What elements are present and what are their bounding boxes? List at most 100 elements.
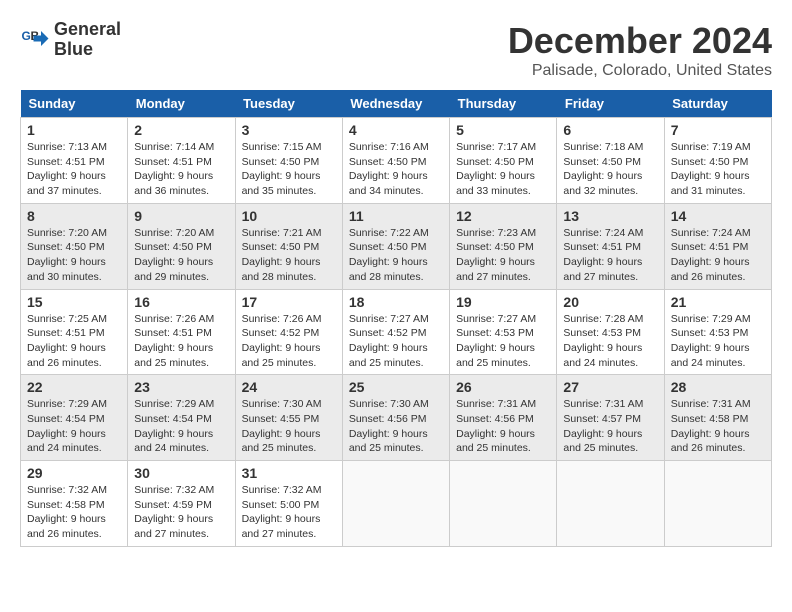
calendar-cell: 10 Sunrise: 7:21 AM Sunset: 4:50 PM Dayli…	[235, 203, 342, 289]
calendar-cell: 13 Sunrise: 7:24 AM Sunset: 4:51 PM Dayli…	[557, 203, 664, 289]
day-info: Sunrise: 7:29 AM Sunset: 4:53 PM Dayligh…	[671, 312, 765, 371]
calendar-cell: 24 Sunrise: 7:30 AM Sunset: 4:55 PM Dayli…	[235, 375, 342, 461]
logo-line2: Blue	[54, 40, 121, 60]
day-number: 20	[563, 294, 657, 310]
calendar-cell: 4Sunrise: 7:16 AM Sunset: 4:50 PM Daylig…	[342, 118, 449, 204]
day-number: 22	[27, 379, 121, 395]
day-number: 12	[456, 208, 550, 224]
day-info: Sunrise: 7:29 AM Sunset: 4:54 PM Dayligh…	[134, 397, 228, 456]
day-number: 11	[349, 208, 443, 224]
calendar-cell: 3 Sunrise: 7:15 AM Sunset: 4:50 PM Daylig…	[235, 118, 342, 204]
day-info: Sunrise: 7:31 AM Sunset: 4:56 PM Dayligh…	[456, 397, 550, 456]
weekday-header-friday: Friday	[557, 90, 664, 118]
calendar-cell	[342, 461, 449, 547]
calendar: SundayMondayTuesdayWednesdayThursdayFrid…	[20, 90, 772, 547]
day-number: 24	[242, 379, 336, 395]
day-number: 26	[456, 379, 550, 395]
calendar-cell: 5 Sunrise: 7:17 AM Sunset: 4:50 PM Daylig…	[450, 118, 557, 204]
calendar-cell: 23 Sunrise: 7:29 AM Sunset: 4:54 PM Dayli…	[128, 375, 235, 461]
calendar-cell: 25 Sunrise: 7:30 AM Sunset: 4:56 PM Dayli…	[342, 375, 449, 461]
calendar-cell: 19 Sunrise: 7:27 AM Sunset: 4:53 PM Dayli…	[450, 289, 557, 375]
day-number: 5	[456, 122, 550, 138]
day-number: 31	[242, 465, 336, 481]
weekday-header-tuesday: Tuesday	[235, 90, 342, 118]
day-number: 29	[27, 465, 121, 481]
day-info: Sunrise: 7:32 AM Sunset: 4:59 PM Dayligh…	[134, 483, 228, 542]
weekday-header-saturday: Saturday	[664, 90, 771, 118]
calendar-cell: 8Sunrise: 7:20 AM Sunset: 4:50 PM Daylig…	[21, 203, 128, 289]
day-number: 6	[563, 122, 657, 138]
day-number: 8	[27, 208, 121, 224]
day-info: Sunrise: 7:25 AM Sunset: 4:51 PM Dayligh…	[27, 312, 121, 371]
day-info: Sunrise: 7:18 AM Sunset: 4:50 PM Dayligh…	[563, 140, 657, 199]
calendar-week-4: 22 Sunrise: 7:29 AM Sunset: 4:54 PM Dayli…	[21, 375, 772, 461]
calendar-week-3: 15 Sunrise: 7:25 AM Sunset: 4:51 PM Dayli…	[21, 289, 772, 375]
calendar-cell: 15 Sunrise: 7:25 AM Sunset: 4:51 PM Dayli…	[21, 289, 128, 375]
day-info: Sunrise: 7:26 AM Sunset: 4:51 PM Dayligh…	[134, 312, 228, 371]
calendar-cell: 9Sunrise: 7:20 AM Sunset: 4:50 PM Daylig…	[128, 203, 235, 289]
day-info: Sunrise: 7:26 AM Sunset: 4:52 PM Dayligh…	[242, 312, 336, 371]
day-info: Sunrise: 7:19 AM Sunset: 4:50 PM Dayligh…	[671, 140, 765, 199]
calendar-cell: 7Sunrise: 7:19 AM Sunset: 4:50 PM Daylig…	[664, 118, 771, 204]
day-number: 15	[27, 294, 121, 310]
day-number: 19	[456, 294, 550, 310]
day-info: Sunrise: 7:29 AM Sunset: 4:54 PM Dayligh…	[27, 397, 121, 456]
calendar-cell: 18Sunrise: 7:27 AM Sunset: 4:52 PM Dayli…	[342, 289, 449, 375]
weekday-header-wednesday: Wednesday	[342, 90, 449, 118]
weekday-header-sunday: Sunday	[21, 90, 128, 118]
calendar-cell	[664, 461, 771, 547]
day-info: Sunrise: 7:17 AM Sunset: 4:50 PM Dayligh…	[456, 140, 550, 199]
calendar-cell: 6 Sunrise: 7:18 AM Sunset: 4:50 PM Daylig…	[557, 118, 664, 204]
calendar-week-5: 29Sunrise: 7:32 AM Sunset: 4:58 PM Dayli…	[21, 461, 772, 547]
calendar-cell: 12Sunrise: 7:23 AM Sunset: 4:50 PM Dayli…	[450, 203, 557, 289]
day-info: Sunrise: 7:28 AM Sunset: 4:53 PM Dayligh…	[563, 312, 657, 371]
weekday-header-row: SundayMondayTuesdayWednesdayThursdayFrid…	[21, 90, 772, 118]
subtitle: Palisade, Colorado, United States	[508, 62, 772, 80]
day-number: 23	[134, 379, 228, 395]
logo-icon: G B	[20, 25, 50, 55]
svg-text:G: G	[22, 29, 31, 43]
day-number: 30	[134, 465, 228, 481]
day-number: 1	[27, 122, 121, 138]
day-info: Sunrise: 7:31 AM Sunset: 4:57 PM Dayligh…	[563, 397, 657, 456]
day-info: Sunrise: 7:31 AM Sunset: 4:58 PM Dayligh…	[671, 397, 765, 456]
day-info: Sunrise: 7:30 AM Sunset: 4:55 PM Dayligh…	[242, 397, 336, 456]
day-info: Sunrise: 7:15 AM Sunset: 4:50 PM Dayligh…	[242, 140, 336, 199]
calendar-week-2: 8Sunrise: 7:20 AM Sunset: 4:50 PM Daylig…	[21, 203, 772, 289]
weekday-header-monday: Monday	[128, 90, 235, 118]
page-header: G B General Blue December 2024 Palisade,…	[20, 20, 772, 80]
calendar-cell: 11 Sunrise: 7:22 AM Sunset: 4:50 PM Dayli…	[342, 203, 449, 289]
day-info: Sunrise: 7:16 AM Sunset: 4:50 PM Dayligh…	[349, 140, 443, 199]
day-info: Sunrise: 7:32 AM Sunset: 5:00 PM Dayligh…	[242, 483, 336, 542]
day-number: 3	[242, 122, 336, 138]
weekday-header-thursday: Thursday	[450, 90, 557, 118]
day-number: 14	[671, 208, 765, 224]
calendar-cell	[557, 461, 664, 547]
calendar-cell: 28 Sunrise: 7:31 AM Sunset: 4:58 PM Dayli…	[664, 375, 771, 461]
day-number: 2	[134, 122, 228, 138]
day-number: 21	[671, 294, 765, 310]
day-number: 13	[563, 208, 657, 224]
calendar-cell: 1Sunrise: 7:13 AM Sunset: 4:51 PM Daylig…	[21, 118, 128, 204]
day-number: 10	[242, 208, 336, 224]
calendar-cell: 14 Sunrise: 7:24 AM Sunset: 4:51 PM Dayli…	[664, 203, 771, 289]
logo-line1: General	[54, 20, 121, 40]
calendar-cell: 2Sunrise: 7:14 AM Sunset: 4:51 PM Daylig…	[128, 118, 235, 204]
calendar-cell: 16 Sunrise: 7:26 AM Sunset: 4:51 PM Dayli…	[128, 289, 235, 375]
calendar-cell: 30 Sunrise: 7:32 AM Sunset: 4:59 PM Dayli…	[128, 461, 235, 547]
day-info: Sunrise: 7:24 AM Sunset: 4:51 PM Dayligh…	[563, 226, 657, 285]
day-info: Sunrise: 7:24 AM Sunset: 4:51 PM Dayligh…	[671, 226, 765, 285]
day-number: 17	[242, 294, 336, 310]
day-info: Sunrise: 7:27 AM Sunset: 4:53 PM Dayligh…	[456, 312, 550, 371]
logo: G B General Blue	[20, 20, 121, 60]
day-info: Sunrise: 7:30 AM Sunset: 4:56 PM Dayligh…	[349, 397, 443, 456]
calendar-cell: 27Sunrise: 7:31 AM Sunset: 4:57 PM Dayli…	[557, 375, 664, 461]
calendar-cell	[450, 461, 557, 547]
day-info: Sunrise: 7:22 AM Sunset: 4:50 PM Dayligh…	[349, 226, 443, 285]
day-info: Sunrise: 7:21 AM Sunset: 4:50 PM Dayligh…	[242, 226, 336, 285]
day-number: 18	[349, 294, 443, 310]
main-title: December 2024	[508, 20, 772, 62]
day-number: 28	[671, 379, 765, 395]
day-number: 25	[349, 379, 443, 395]
day-number: 16	[134, 294, 228, 310]
